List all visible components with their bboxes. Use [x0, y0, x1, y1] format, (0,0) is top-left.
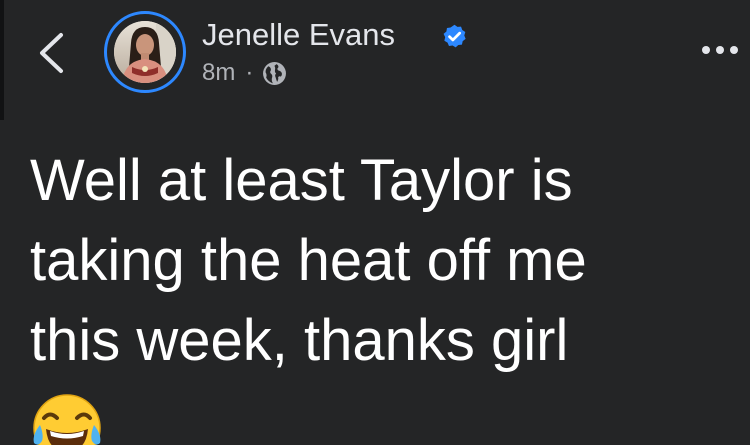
- more-horizontal-icon: [702, 46, 738, 54]
- post-text: Well at least Taylor is taking the heat …: [30, 148, 587, 373]
- more-options-button[interactable]: [700, 38, 740, 62]
- tears-of-joy-emoji-icon: [33, 394, 101, 445]
- chevron-left-icon: [40, 33, 63, 73]
- author-avatar[interactable]: [104, 11, 186, 93]
- back-button[interactable]: [34, 30, 68, 76]
- avatar-photo: [114, 21, 176, 83]
- post-meta: 8m ·: [202, 58, 287, 88]
- post-header: Jenelle Evans 8m ·: [0, 0, 750, 120]
- verified-badge-icon: [443, 24, 466, 48]
- globe-icon: [263, 61, 287, 85]
- meta-separator: ·: [245, 59, 254, 86]
- post-timestamp[interactable]: 8m: [202, 59, 235, 87]
- author-name[interactable]: Jenelle Evans: [202, 17, 395, 53]
